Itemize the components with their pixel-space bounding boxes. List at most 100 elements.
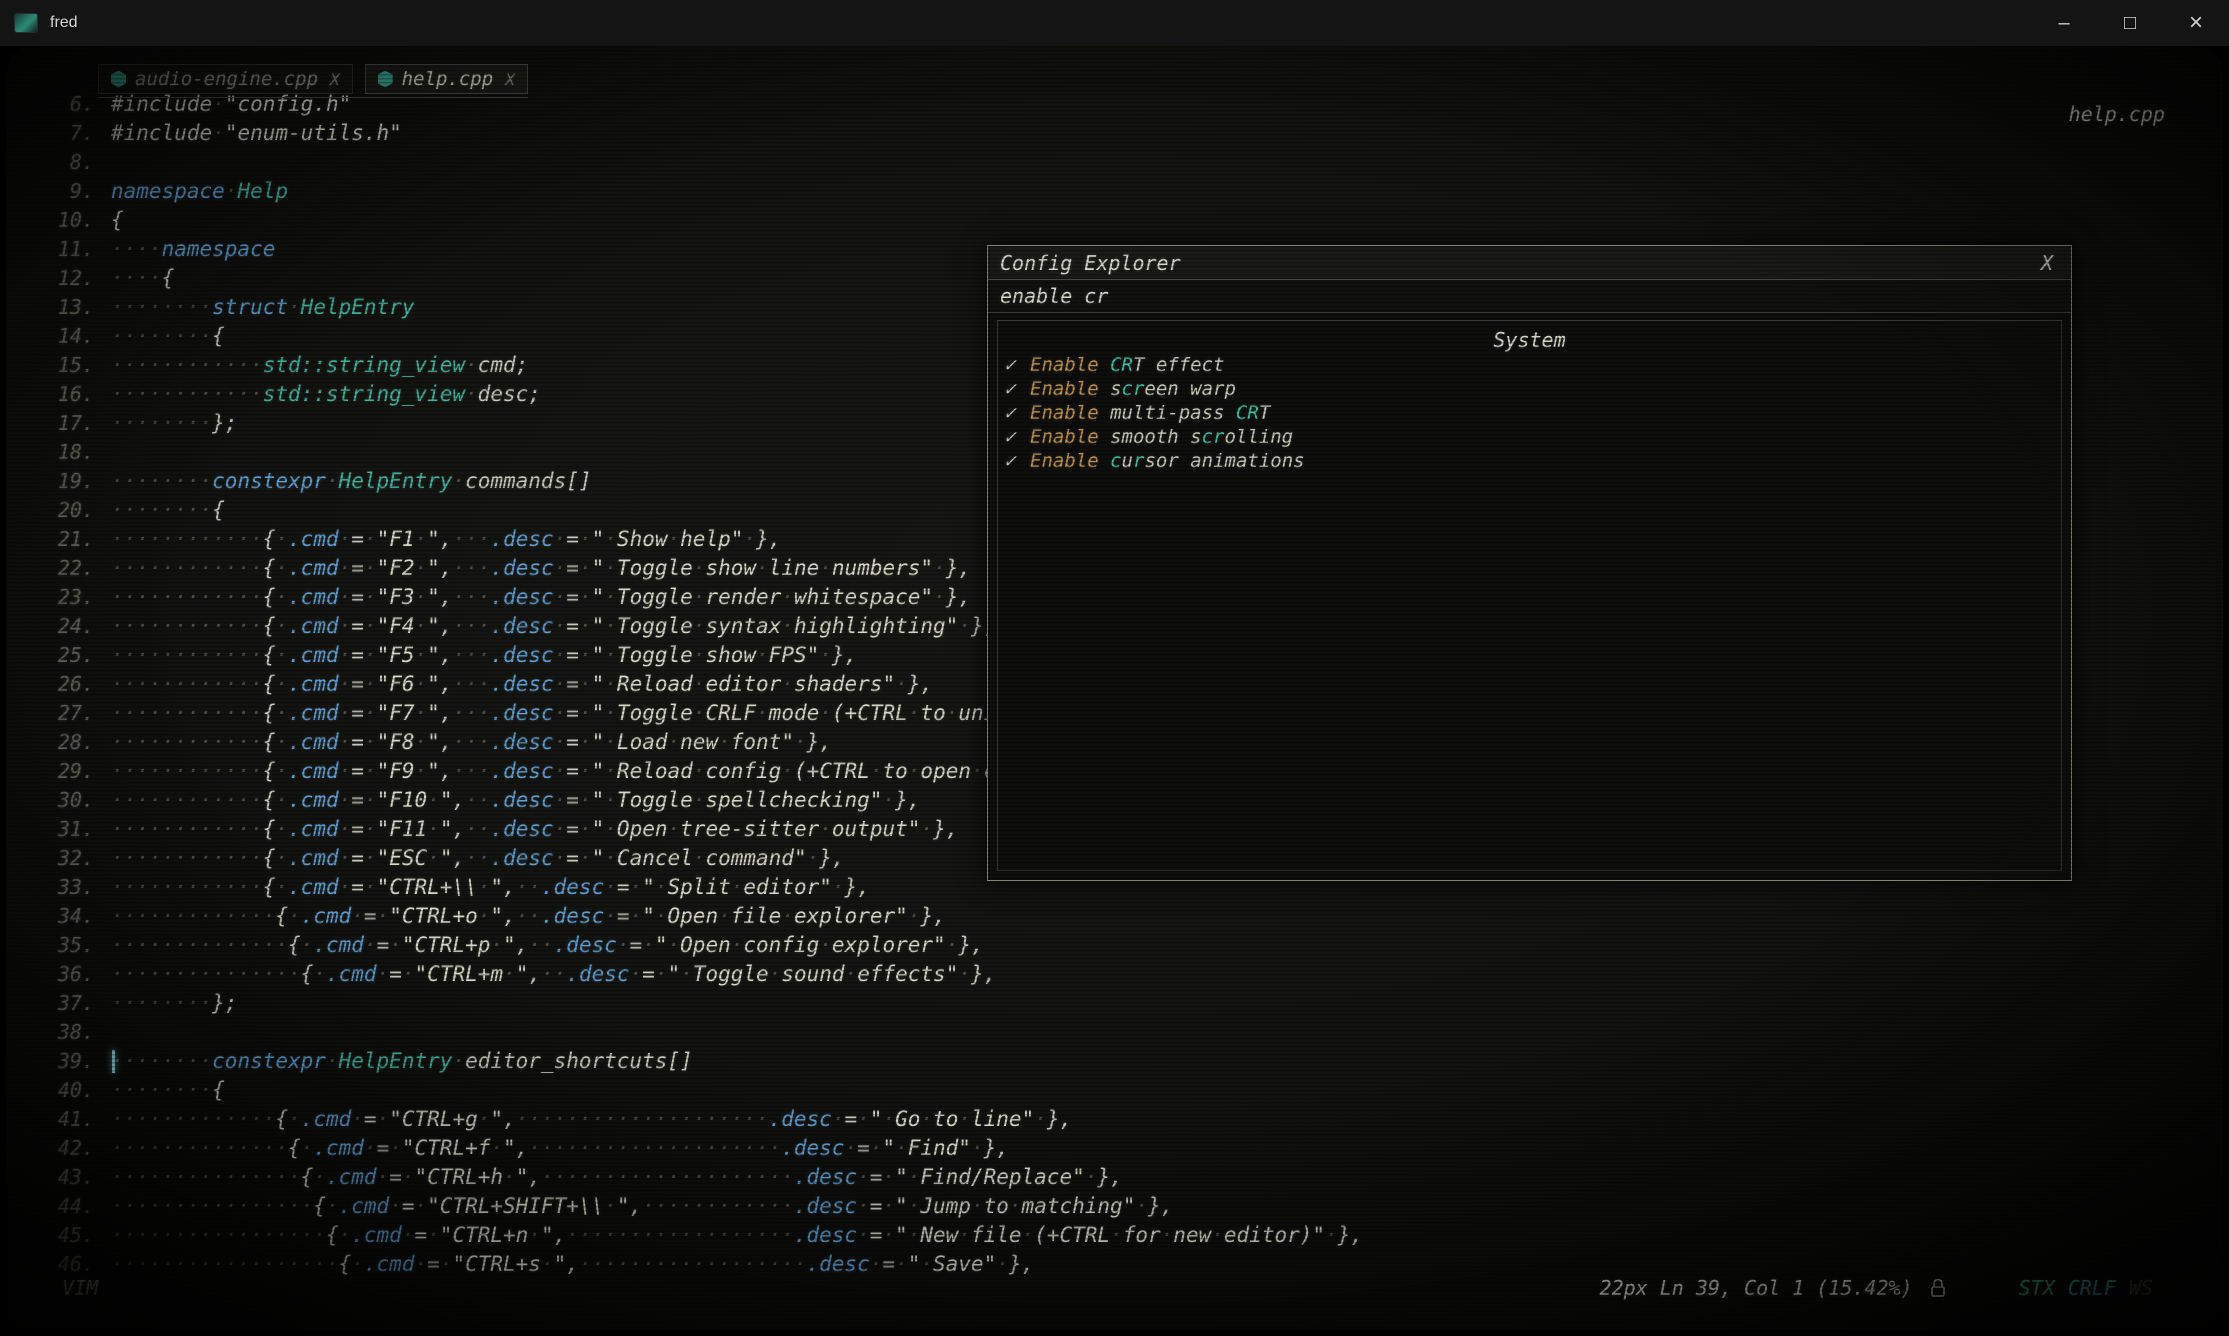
checkbox-checked-icon[interactable]: ✓ <box>1004 449 1030 473</box>
whitespace-dots: ············ <box>111 585 263 609</box>
tab-close-icon[interactable]: X <box>505 70 515 89</box>
line-number: 25. <box>6 641 111 670</box>
whitespace-dots: ················ <box>111 1194 313 1218</box>
whitespace-dots: · <box>769 962 782 986</box>
whitespace-dots: · <box>908 1165 921 1189</box>
close-icon: × <box>2189 9 2203 37</box>
whitespace-dots: · <box>579 527 592 551</box>
code-line-39[interactable]: 39.········constexpr·HelpEntry·editor_sh… <box>6 1047 1363 1076</box>
whitespace-dots: · <box>554 556 567 580</box>
whitespace-dots: · <box>895 1252 908 1276</box>
whitespace-dots: · <box>339 788 352 812</box>
whitespace-dots: · <box>604 643 617 667</box>
checkbox-checked-icon[interactable]: ✓ <box>1004 377 1030 401</box>
whitespace-dots: · <box>364 730 377 754</box>
whitespace-dots: ············ <box>111 672 263 696</box>
whitespace-dots: · <box>339 643 352 667</box>
dialog-close-button[interactable]: X <box>2035 251 2059 275</box>
whitespace-dots: ········ <box>111 324 212 348</box>
whitespace-dots: · <box>490 933 503 957</box>
whitespace-dots: · <box>718 730 731 754</box>
whitespace-dots: · <box>339 1223 352 1247</box>
code-line-36[interactable]: 36.···············{·.cmd·=·"CTRL+m·",··.… <box>6 960 1363 989</box>
whitespace-dots: · <box>452 1049 465 1073</box>
code-line-9[interactable]: 9.namespace·Help <box>6 177 1363 206</box>
whitespace-dots: · <box>579 585 592 609</box>
whitespace-dots: · <box>693 759 706 783</box>
code-line-8[interactable]: 8. <box>6 148 1363 177</box>
code-line-46[interactable]: 46.··················{·.cmd·=·"CTRL+s·",… <box>6 1250 1363 1279</box>
whitespace-dots: ··· <box>452 730 490 754</box>
whitespace-dots: · <box>882 1223 895 1247</box>
whitespace-dots: ············ <box>111 556 263 580</box>
code-line-34[interactable]: 34.·············{·.cmd·=·"CTRL+o·",··.de… <box>6 902 1363 931</box>
whitespace-dots: · <box>579 846 592 870</box>
config-search-input[interactable]: enable cr <box>988 280 2071 313</box>
code-line-10[interactable]: 10.{ <box>6 206 1363 235</box>
config-option[interactable]: ✓Enable screen warp <box>1004 377 2055 401</box>
close-button[interactable]: × <box>2163 0 2229 46</box>
whitespace-dots: · <box>908 904 921 928</box>
whitespace-dots: · <box>908 701 921 725</box>
whitespace-dots: · <box>427 788 440 812</box>
whitespace-dots: · <box>743 527 756 551</box>
config-option[interactable]: ✓Enable cursor animations <box>1004 449 2055 473</box>
text-cursor <box>112 1050 115 1073</box>
whitespace-dots: · <box>478 1107 491 1131</box>
whitespace-dots: · <box>946 701 959 725</box>
code-line-41[interactable]: 41.·············{·.cmd·=·"CTRL+g·",·····… <box>6 1105 1363 1134</box>
code-line-37[interactable]: 37.········}; <box>6 989 1363 1018</box>
code-line-35[interactable]: 35.··············{·.cmd·=·"CTRL+p·",··.d… <box>6 931 1363 960</box>
code-line-7[interactable]: 7.#include·"enum-utils.h" <box>6 119 1363 148</box>
whitespace-dots: ·· <box>516 904 541 928</box>
code-line-40[interactable]: 40.········{ <box>6 1076 1363 1105</box>
window-title: fred <box>50 14 78 32</box>
whitespace-dots: · <box>882 1107 895 1131</box>
checkbox-checked-icon[interactable]: ✓ <box>1004 353 1030 377</box>
whitespace-dots: · <box>402 962 415 986</box>
whitespace-dots: · <box>351 1107 364 1131</box>
whitespace-dots: · <box>693 672 706 696</box>
line-number: 45. <box>6 1221 111 1250</box>
status-bar: VIM 22px Ln 39, Col 1 (15.42%) STXCRLFWS <box>6 1276 2223 1300</box>
whitespace-dots: · <box>364 643 377 667</box>
whitespace-dots: · <box>668 817 681 841</box>
code-line-38[interactable]: 38. <box>6 1018 1363 1047</box>
whitespace-dots: · <box>313 962 326 986</box>
whitespace-dots: · <box>819 643 832 667</box>
whitespace-dots: · <box>275 614 288 638</box>
maximize-button[interactable]: □ <box>2097 0 2163 46</box>
status-flag-ws: WS <box>2129 1276 2153 1300</box>
tab-audio-engine-cpp[interactable]: audio-engine.cppX <box>98 64 353 94</box>
code-line-45[interactable]: 45.·················{·.cmd·=·"CTRL+n·",·… <box>6 1221 1363 1250</box>
whitespace-dots: · <box>718 904 731 928</box>
whitespace-dots: · <box>503 1165 516 1189</box>
minimize-button[interactable]: – <box>2031 0 2097 46</box>
whitespace-dots: ············ <box>111 846 263 870</box>
whitespace-dots: · <box>364 1136 377 1160</box>
whitespace-dots: ··· <box>452 585 490 609</box>
code-line-44[interactable]: 44.················{·.cmd·=·"CTRL+SHIFT+… <box>6 1192 1363 1221</box>
whitespace-dots: · <box>1325 1223 1338 1247</box>
whitespace-dots: · <box>326 1049 339 1073</box>
whitespace-dots: ············ <box>111 527 263 551</box>
config-option[interactable]: ✓Enable multi-pass CRT <box>1004 401 2055 425</box>
whitespace-dots: · <box>996 1252 1009 1276</box>
whitespace-dots: · <box>971 1194 984 1218</box>
tab-close-icon[interactable]: X <box>330 70 340 89</box>
tab-help-cpp[interactable]: help.cppX <box>365 64 528 94</box>
whitespace-dots: · <box>364 933 377 957</box>
config-option[interactable]: ✓Enable CRT effect <box>1004 353 2055 377</box>
checkbox-checked-icon[interactable]: ✓ <box>1004 401 1030 425</box>
line-number: 21. <box>6 525 111 554</box>
config-option[interactable]: ✓Enable smooth scrolling <box>1004 425 2055 449</box>
whitespace-dots: · <box>971 1136 984 1160</box>
whitespace-dots: ··············· <box>111 962 301 986</box>
code-line-43[interactable]: 43.···············{·.cmd·=·"CTRL+h·",···… <box>6 1163 1363 1192</box>
code-line-42[interactable]: 42.··············{·.cmd·=·"CTRL+f·",····… <box>6 1134 1363 1163</box>
whitespace-dots: · <box>377 1107 390 1131</box>
whitespace-dots: · <box>579 556 592 580</box>
line-number: 37. <box>6 989 111 1018</box>
whitespace-dots: · <box>781 614 794 638</box>
checkbox-checked-icon[interactable]: ✓ <box>1004 425 1030 449</box>
